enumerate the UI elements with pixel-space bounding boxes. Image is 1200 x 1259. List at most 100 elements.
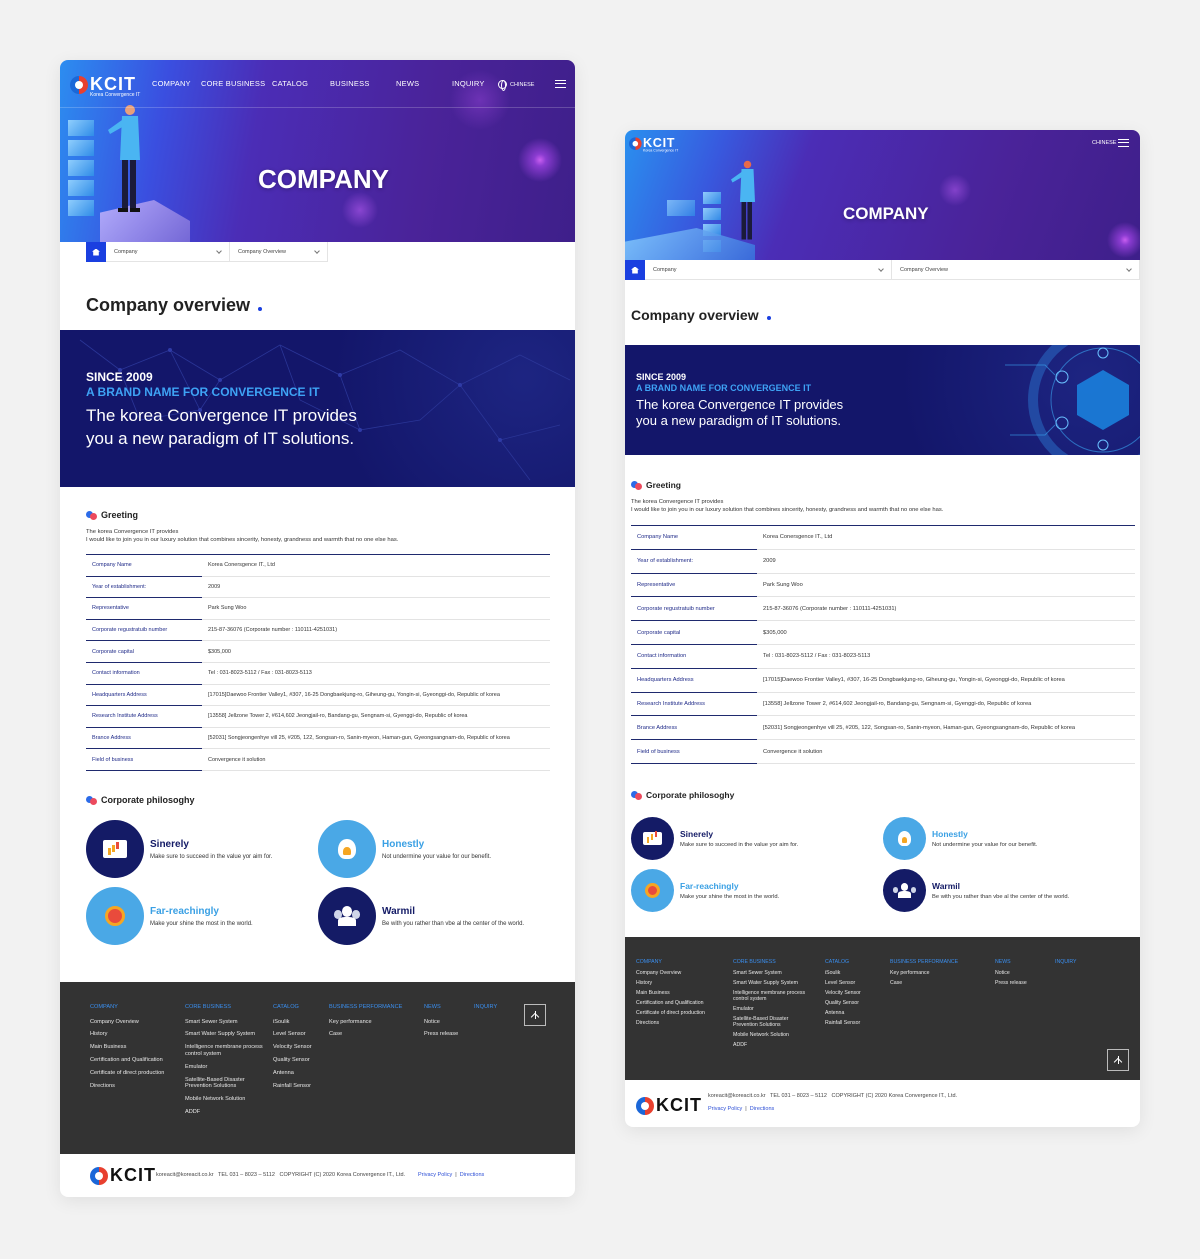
footer-link[interactable]: Velocity Sensor <box>825 990 911 997</box>
chevron-down-icon <box>1126 265 1132 272</box>
site-footer: COMPANY Company Overview History Main Busin… <box>625 937 1140 1080</box>
scroll-to-top-button[interactable] <box>1107 1049 1129 1071</box>
nav-business[interactable]: BUSINESS <box>330 79 370 88</box>
footer-link[interactable]: ADDF <box>733 1042 811 1049</box>
nav-core-business[interactable]: CORE BUSINESS <box>201 79 265 88</box>
nav-news[interactable]: NEWS <box>396 79 419 88</box>
footer-link[interactable]: Emulator <box>185 1064 263 1070</box>
scroll-to-top-button[interactable] <box>524 1004 546 1026</box>
breadcrumb-select-overview[interactable]: Company Overview <box>892 260 1140 280</box>
footer-link[interactable]: Notice <box>995 970 1081 977</box>
home-button[interactable] <box>625 260 645 280</box>
footer-link[interactable]: Notice <box>424 1019 510 1025</box>
footer-link[interactable]: Key performance <box>890 970 976 977</box>
language-selector[interactable]: CHINESE <box>1092 140 1116 146</box>
kcit-logo[interactable]: KCIT Korea Convergence IT <box>629 136 678 153</box>
footer-column-heading[interactable]: COMPANY <box>636 959 722 965</box>
hamburger-menu-icon[interactable] <box>1118 139 1129 147</box>
footer-link[interactable]: Rainfall Sensor <box>825 1020 911 1027</box>
footer-link[interactable]: Mobile Network Solution <box>185 1096 263 1102</box>
greeting-title: Greeting <box>646 480 681 490</box>
info-row: Year of establishment: 2009 <box>86 576 550 599</box>
footer-link[interactable]: Velocity Sensor <box>273 1044 359 1050</box>
footer-logo[interactable]: KCIT <box>636 1095 702 1116</box>
footer-link[interactable]: Company Overview <box>90 1019 176 1025</box>
footer-link[interactable]: Main Business <box>90 1044 176 1050</box>
footer-link[interactable]: Smart Water Supply System <box>185 1031 263 1037</box>
footer-link[interactable]: Satellite-Based Disaster Prevention Solu… <box>733 1016 811 1029</box>
footer-link[interactable]: Certification and Qualification <box>90 1057 176 1063</box>
info-value: [17015]Daewoo Frontier Valley1, #307, 16… <box>757 668 1135 693</box>
info-value: $305,000 <box>202 640 550 663</box>
footer-link[interactable]: Rainfall Sensor <box>273 1083 359 1089</box>
cube-decoration <box>667 200 695 216</box>
footer-link[interactable]: Emulator <box>733 1006 811 1013</box>
footer-links: Privacy Policy | Directions <box>418 1172 484 1178</box>
philosophy-desc-2: Make your shine the most in the world. <box>680 894 780 900</box>
footer-column-heading[interactable]: BUSINESS PERFORMANCE <box>890 959 976 965</box>
footer-link[interactable]: Quality Sensor <box>273 1057 359 1063</box>
footer-link[interactable]: Directions <box>636 1020 722 1027</box>
title-dot <box>766 316 771 320</box>
cube-decoration <box>68 120 94 136</box>
breadcrumb-select-company[interactable]: Company <box>106 242 230 262</box>
kcit-logo[interactable]: KCIT Korea Convergence IT <box>70 74 140 98</box>
breadcrumb-select-overview[interactable]: Company Overview <box>230 242 328 262</box>
footer-link[interactable]: Press release <box>995 980 1081 987</box>
footer-link[interactable]: History <box>90 1031 176 1037</box>
footer-column-heading[interactable]: COMPANY <box>90 1004 176 1010</box>
banner-line1: The korea Convergence IT provides <box>636 397 844 412</box>
directions-link[interactable]: Directions <box>750 1106 774 1112</box>
footer-column-heading[interactable]: BUSINESS PERFORMANCE <box>329 1004 415 1010</box>
footer-link[interactable]: Case <box>890 980 976 987</box>
nav-company[interactable]: COMPANY <box>152 79 191 88</box>
footer-link[interactable]: Company Overview <box>636 970 722 977</box>
footer-column-heading[interactable]: INQUIRY <box>474 1004 560 1010</box>
footer-link[interactable]: Satellite-Based Disaster Prevention Solu… <box>185 1077 263 1090</box>
footer-link[interactable]: Directions <box>90 1083 176 1089</box>
footer-link[interactable]: History <box>636 980 722 987</box>
greeting-heading: Greeting <box>86 510 138 520</box>
footer-link[interactable]: Press release <box>424 1031 510 1037</box>
directions-link[interactable]: Directions <box>460 1172 484 1178</box>
footer-link[interactable]: Smart Sewer System <box>733 970 811 977</box>
footer-column-heading[interactable]: INQUIRY <box>1055 959 1140 965</box>
footer-link[interactable]: Mobile Network Solution <box>733 1032 811 1039</box>
banner-since: SINCE 2009 <box>86 370 153 384</box>
info-row: Year of establishment: 2009 <box>631 549 1135 574</box>
nav-catalog[interactable]: CATALOG <box>272 79 308 88</box>
philosophy-desc-3: Be with you rather than vbe al the cente… <box>932 894 1070 900</box>
footer-link[interactable]: Smart Sewer System <box>185 1019 263 1025</box>
footer-tel: TEL 031 – 8023 – 5112 <box>218 1172 275 1178</box>
footer-link[interactable]: Antenna <box>273 1070 359 1076</box>
footer-column-heading[interactable]: CORE BUSINESS <box>733 959 811 965</box>
footer-link[interactable]: Main Business <box>636 990 722 997</box>
privacy-policy-link[interactable]: Privacy Policy <box>418 1172 452 1178</box>
breadcrumb-select-company[interactable]: Company <box>645 260 892 280</box>
footer-link[interactable]: ADDF <box>185 1109 263 1115</box>
info-value: Korea Conersgence IT., Ltd <box>757 525 1135 550</box>
footer-link[interactable]: Key performance <box>329 1019 415 1025</box>
info-key: Brance Address <box>631 715 757 741</box>
chevron-down-icon <box>878 265 884 272</box>
language-selector[interactable]: CHINESE <box>498 80 534 91</box>
info-row: Representative Park Sung Woo <box>631 573 1135 598</box>
footer-link[interactable]: Antenna <box>825 1010 911 1017</box>
footer-link[interactable]: Case <box>329 1031 415 1037</box>
footer-link[interactable]: Intelligence membrane process control sy… <box>733 990 811 1003</box>
footer-link[interactable]: Smart Water Supply System <box>733 980 811 987</box>
footer-link[interactable]: Quality Sensor <box>825 1000 911 1007</box>
nav-inquiry[interactable]: INQUIRY <box>452 79 485 88</box>
footer-link[interactable]: Certificate of direct production <box>90 1070 176 1076</box>
footer-link[interactable]: Certificate of direct production <box>636 1010 722 1017</box>
footer-column-heading[interactable]: CORE BUSINESS <box>185 1004 263 1010</box>
footer-link[interactable]: Intelligence membrane process control sy… <box>185 1044 263 1057</box>
home-button[interactable] <box>86 242 106 262</box>
info-key: Brance Address <box>86 727 202 750</box>
info-value: Tel : 031-8023-5112 / Fax : 031-8023-511… <box>202 662 550 685</box>
privacy-policy-link[interactable]: Privacy Policy <box>708 1106 742 1112</box>
hero-title: COMPANY <box>258 164 389 194</box>
footer-link[interactable]: Certification and Qualification <box>636 1000 722 1007</box>
footer-logo[interactable]: KCIT <box>90 1165 156 1186</box>
hamburger-menu-icon[interactable] <box>555 80 566 88</box>
